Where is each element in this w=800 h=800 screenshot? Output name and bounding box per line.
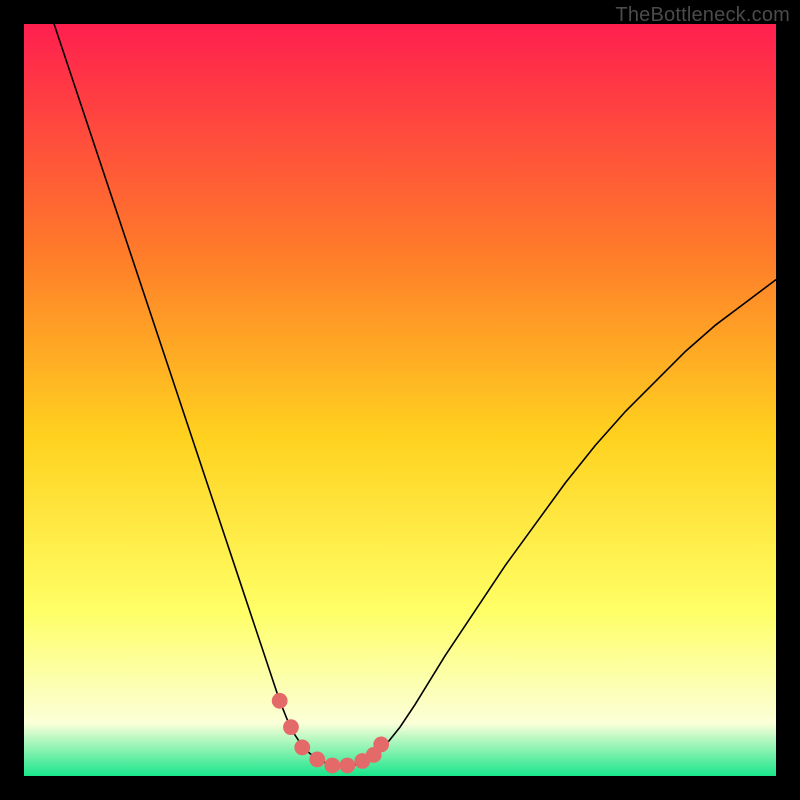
marker-dot xyxy=(309,752,325,768)
watermark-text: TheBottleneck.com xyxy=(615,4,790,27)
marker-dot xyxy=(272,693,288,709)
marker-dot xyxy=(294,740,310,756)
chart-svg xyxy=(24,24,776,776)
chart-frame: TheBottleneck.com xyxy=(0,0,800,800)
marker-dot xyxy=(373,737,389,753)
marker-dot xyxy=(324,758,340,774)
plot-area xyxy=(24,24,776,776)
gradient-background xyxy=(24,24,776,776)
marker-dot xyxy=(283,719,299,735)
marker-dot xyxy=(339,758,355,774)
